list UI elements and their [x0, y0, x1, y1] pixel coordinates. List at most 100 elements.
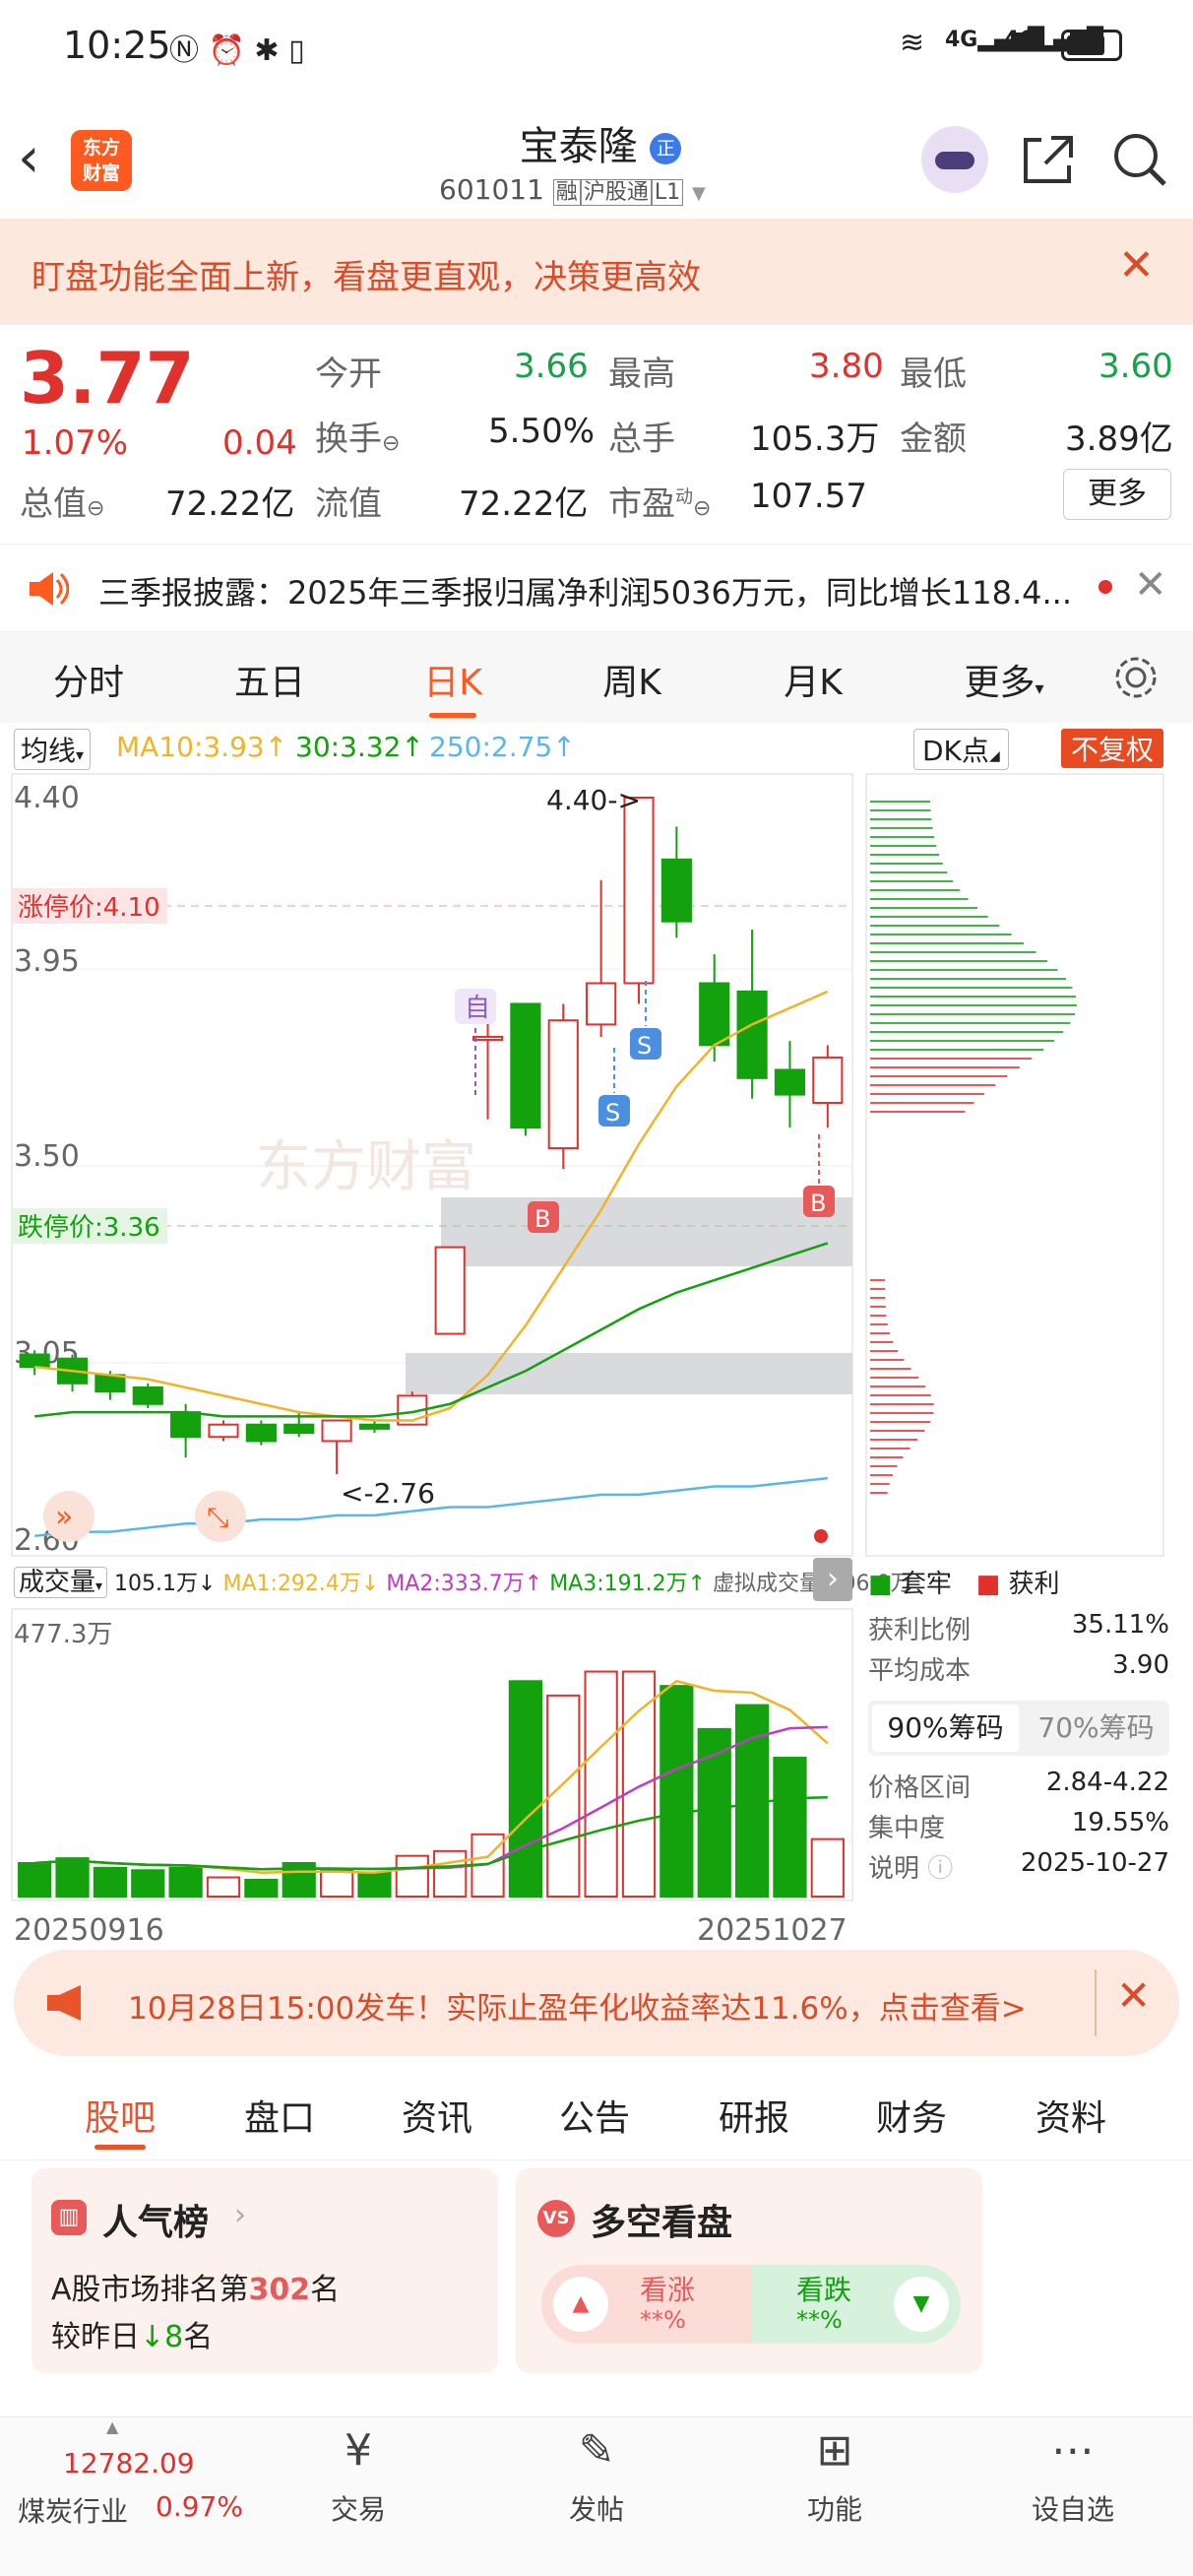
- vote-up-button[interactable]: ▲ 看涨 **%: [541, 2265, 751, 2344]
- volume-legend: 成交量▾ 105.1万↓ MA1:292.4万↓ MA2:333.7万↑ MA3…: [14, 1562, 911, 1598]
- open-value: 3.66: [514, 347, 589, 386]
- tab-announcements[interactable]: 公告: [526, 2090, 663, 2141]
- tab-weekly-k[interactable]: 周K: [563, 654, 701, 705]
- vote-down-button[interactable]: 看跌 **% ▼: [751, 2265, 961, 2344]
- candle-body: [471, 1035, 504, 1041]
- expand-right-icon[interactable]: ›: [813, 1558, 852, 1601]
- pe-value: 107.57: [750, 477, 867, 516]
- wifi-icon: ≋: [900, 26, 925, 60]
- industry-index: 12782.09: [63, 2447, 195, 2479]
- bottom-bar: ▲ 12782.09 煤炭行业 0.97% ¥ 交易 ✎ 发帖 ⊞ 功能 ⋯ 设自选: [0, 2416, 1193, 2576]
- mktcap: 72.22亿: [165, 484, 295, 524]
- close-icon[interactable]: ✕: [1134, 562, 1167, 608]
- settings-icon[interactable]: [1112, 654, 1160, 701]
- trade-icon: ¥: [345, 2425, 372, 2476]
- candle-body: [547, 1019, 579, 1150]
- tab-news[interactable]: 资讯: [368, 2090, 506, 2141]
- y-tick: 4.40: [14, 781, 80, 815]
- kline-chart-area: 均线▾ MA10:3.93↑ 30:3.32↑ 250:2.75↑ DK点◢ 不…: [0, 723, 1193, 1944]
- open-label: 今开: [315, 354, 382, 394]
- volume-bar: [206, 1876, 241, 1898]
- long-short-card[interactable]: VS 多空看盘 ▲ 看涨 **% 看跌 **% ▼: [516, 2168, 982, 2373]
- feature-banner[interactable]: 盯盘功能全面上新，看盘更直观，决策更高效 ✕: [0, 219, 1193, 325]
- sell-marker-2: S: [630, 1028, 661, 1060]
- nav-watchlist[interactable]: ⋯ 设自选: [994, 2425, 1152, 2528]
- turnover-label: 换手⊖: [315, 419, 401, 459]
- banner-text: 盯盘功能全面上新，看盘更直观，决策更高效: [31, 258, 701, 297]
- buy-marker-1: B: [528, 1201, 559, 1233]
- vol-ma3: MA3:191.2万↑: [549, 1572, 707, 1596]
- speaker-icon: [30, 572, 69, 606]
- stock-header: ‹ 东方 财富 宝泰隆 正 601011 融沪股通 L1 ▼: [0, 98, 1193, 219]
- rank-line: A股市场排名第302名: [51, 2273, 341, 2307]
- tag-level: L1: [651, 179, 684, 206]
- more-button[interactable]: 更多: [1063, 469, 1171, 520]
- volume-bar: [18, 1861, 52, 1898]
- grid-icon: ⊞: [816, 2425, 853, 2476]
- high-label: 最高: [608, 354, 675, 394]
- notice-bar[interactable]: 三季报披露：2025年三季报归属净利润5036万元，同比增长118.4... ✕: [0, 544, 1193, 632]
- nav-functions[interactable]: ⊞ 功能: [756, 2425, 913, 2528]
- candle-body: [623, 797, 655, 985]
- tab-pankou[interactable]: 盘口: [211, 2090, 348, 2141]
- date-end: 20251027: [697, 1913, 848, 1944]
- badge-icon: 正: [650, 133, 682, 164]
- industry-pct: 0.97%: [156, 2490, 243, 2523]
- cards-row: ▥ 人气榜 › A股市场排名第302名 较昨日↓8名 VS 多空看盘 ▲ 看涨 …: [0, 2160, 1193, 2416]
- up-arrow-icon: ▲: [553, 2277, 608, 2332]
- volume-bar: [395, 1854, 429, 1899]
- tab-more[interactable]: 更多▾: [935, 654, 1073, 705]
- vs-icon: VS: [537, 2200, 575, 2237]
- share-icon[interactable]: [1020, 132, 1077, 187]
- close-icon[interactable]: ✕: [1118, 240, 1155, 290]
- chip-stats: ■ 套牢 ■ 获利 获利比例 35.11% 平均成本 3.90 90%筹码 70%筹…: [868, 1570, 1169, 1884]
- vol-ma2: MA2:333.7万↑: [386, 1572, 543, 1596]
- change-pct: 1.07%: [22, 423, 129, 463]
- chip-tab-90[interactable]: 90%筹码: [872, 1705, 1019, 1752]
- volume-bar: [773, 1757, 807, 1898]
- app-logo[interactable]: 东方 财富: [71, 130, 132, 191]
- tab-guba[interactable]: 股吧: [51, 2090, 189, 2141]
- date-start: 20250916: [14, 1913, 164, 1944]
- volume-bar: [659, 1685, 694, 1898]
- volume-bar: [584, 1670, 618, 1898]
- tab-5day[interactable]: 五日: [201, 654, 339, 705]
- tab-research[interactable]: 研报: [685, 2090, 823, 2141]
- vol-select[interactable]: 成交量▾: [14, 1567, 108, 1598]
- promo-banner[interactable]: 10月28日15:00发车！实际止盈年化收益率达11.6%，点击查看> ✕: [14, 1950, 1179, 2056]
- self-marker-label: 自: [465, 994, 490, 1023]
- candle-body: [283, 1423, 315, 1435]
- volume-bar: [546, 1694, 581, 1899]
- nav-trade[interactable]: ¥ 交易: [280, 2425, 437, 2528]
- nav-post[interactable]: ✎ 发帖: [518, 2425, 675, 2528]
- tab-finance[interactable]: 财务: [843, 2090, 980, 2141]
- svg-text:S: S: [605, 1099, 620, 1127]
- candle-body: [245, 1423, 277, 1443]
- float-label: 流值: [315, 484, 382, 524]
- tag-connect: 沪股通: [580, 179, 652, 206]
- volume-value: 105.3万: [750, 419, 880, 459]
- low-label: 最低: [900, 354, 967, 394]
- candle-body: [94, 1374, 126, 1393]
- search-icon[interactable]: [1110, 130, 1169, 189]
- pe-label: 市盈动⊖: [608, 484, 712, 524]
- chip-tab-70[interactable]: 70%筹码: [1023, 1701, 1169, 1756]
- battery-icon: [1061, 30, 1122, 61]
- vol-max-label: 477.3万: [14, 1620, 112, 1649]
- assistant-avatar[interactable]: [921, 126, 988, 193]
- back-icon[interactable]: ‹: [18, 126, 39, 190]
- tab-daily-k[interactable]: 日K: [384, 654, 522, 705]
- low-annotation: <-2.76: [341, 1477, 435, 1510]
- tab-profile[interactable]: 资料: [1002, 2090, 1140, 2141]
- close-icon[interactable]: ✕: [1116, 1971, 1151, 2020]
- tab-intraday[interactable]: 分时: [20, 654, 157, 705]
- popularity-card[interactable]: ▥ 人气榜 › A股市场排名第302名 较昨日↓8名: [31, 2168, 498, 2373]
- limit-down-label: 跌停价:3.36: [18, 1213, 160, 1243]
- industry-widget[interactable]: ▲ 12782.09 煤炭行业 0.97%: [12, 2417, 248, 2555]
- subtab-indicator: [94, 2145, 146, 2150]
- stock-code-row[interactable]: 601011 融沪股通 L1 ▼: [439, 173, 706, 206]
- period-tabs: 分时 五日 日K 周K 月K 更多▾: [0, 632, 1193, 723]
- tab-monthly-k[interactable]: 月K: [744, 654, 882, 705]
- turnover-value: 5.50%: [488, 412, 596, 451]
- long-short-title: 多空看盘: [591, 2203, 733, 2243]
